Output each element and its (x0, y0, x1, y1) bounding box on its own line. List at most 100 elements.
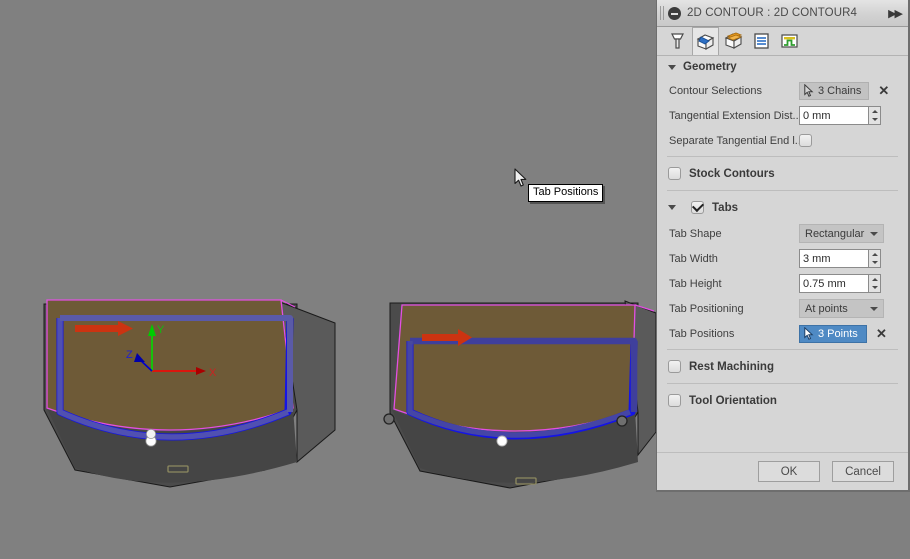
caret-down-icon (871, 118, 878, 122)
operation-dialog-panel[interactable]: 2D CONTOUR : 2D CONTOUR4 ▶▶ Geometry Con… (656, 0, 910, 492)
geometry-group-header[interactable]: Geometry (657, 56, 908, 78)
axis-label-y: Y (157, 324, 165, 336)
tab-width-spin-buttons[interactable] (869, 249, 881, 268)
linking-tab[interactable] (776, 27, 803, 55)
tabs-section-header[interactable]: Tabs (657, 194, 908, 221)
stock-contours-checkbox[interactable] (668, 167, 681, 180)
tangential-extension-spinner[interactable] (799, 106, 881, 125)
spinner-down-button[interactable] (869, 116, 880, 125)
chevron-down-icon-tabs[interactable] (668, 205, 676, 210)
tangential-extension-input[interactable] (799, 106, 869, 125)
spinner-up-button[interactable] (869, 275, 880, 284)
drag-grip-icon[interactable] (660, 6, 665, 20)
select-cursor-icon (804, 84, 814, 97)
chevron-down-icon-positioning (870, 306, 878, 311)
tab-height-spin-buttons[interactable] (869, 274, 881, 293)
dialog-body: Geometry Contour Selections 3 Chains ✕ T… (657, 56, 908, 452)
tab-height-control (799, 274, 902, 293)
spinner-up-button[interactable] (869, 250, 880, 259)
contour-selections-label: Contour Selections (669, 84, 762, 97)
contour-selections-button[interactable]: 3 Chains (799, 81, 870, 100)
right-model-tab-point-right[interactable] (616, 415, 628, 427)
dialog-titlebar[interactable]: 2D CONTOUR : 2D CONTOUR4 ▶▶ (657, 0, 908, 27)
contour-selections-clear-icon[interactable]: ✕ (878, 84, 889, 97)
ok-button[interactable]: OK (758, 461, 820, 482)
tab-height-label: Tab Height (669, 277, 722, 290)
tangential-extension-control (799, 106, 902, 125)
dialog-footer: OK Cancel (657, 452, 908, 490)
tab-positioning-dropdown[interactable]: At points (799, 299, 884, 318)
contour-selections-value: 3 Chains (818, 84, 862, 97)
tab-positions-row: Tab Positions 3 Points ✕ (657, 321, 908, 346)
spinner-down-button[interactable] (869, 284, 880, 293)
tab-positioning-row: Tab Positioning At points (657, 296, 908, 321)
tool-tab[interactable] (664, 27, 691, 55)
dialog-title: 2D CONTOUR : 2D CONTOUR4 (687, 7, 858, 19)
tabs-checkbox[interactable] (691, 201, 704, 214)
tooltip-tab-positions: Tab Positions (528, 184, 604, 202)
chevron-down-icon-shape (870, 231, 878, 236)
right-model-top-face (394, 305, 635, 432)
separate-tangential-control (799, 134, 902, 147)
tool-orientation-label: Tool Orientation (689, 394, 777, 407)
tab-shape-row: Tab Shape Rectangular (657, 221, 908, 246)
separate-tangential-label: Separate Tangential End l... (669, 134, 799, 147)
select-cursor-icon-active (804, 327, 814, 340)
caret-up-icon (871, 109, 878, 113)
caret-down-icon (871, 261, 878, 265)
rest-machining-checkbox[interactable] (668, 360, 681, 373)
tab-positioning-label: Tab Positioning (669, 302, 744, 315)
tab-height-input[interactable] (799, 274, 869, 293)
stock-contours-label: Stock Contours (689, 167, 775, 180)
cancel-button[interactable]: Cancel (832, 461, 894, 482)
tab-shape-control: Rectangular (799, 224, 902, 243)
blue-cube-geometry-icon (696, 33, 715, 50)
tab-width-label: Tab Width (669, 252, 718, 265)
double-chevron-right-icon[interactable]: ▶▶ (888, 7, 904, 20)
mouse-cursor-icon (514, 168, 527, 187)
tangential-extension-spin-buttons[interactable] (869, 106, 881, 125)
tool-orientation-section[interactable]: Tool Orientation (657, 387, 908, 414)
right-model-tab-point-center[interactable] (496, 435, 508, 447)
tab-width-input[interactable] (799, 249, 869, 268)
passes-tab[interactable] (748, 27, 775, 55)
app-root: X Y Z Tab Positions 2D CONTOUR: 2D CONT… (0, 0, 910, 559)
separate-tangential-checkbox[interactable] (799, 134, 812, 147)
divider-3 (667, 349, 898, 350)
left-model[interactable]: X Y Z (43, 299, 336, 488)
geometry-tab[interactable] (692, 27, 719, 55)
tab-positioning-value: At points (805, 302, 848, 315)
tab-positions-button[interactable]: 3 Points (799, 324, 867, 343)
spinner-down-button[interactable] (869, 259, 880, 268)
right-model-tab-point-left[interactable] (383, 413, 395, 425)
contour-selections-row: Contour Selections 3 Chains ✕ (657, 78, 908, 103)
tab-shape-label: Tab Shape (669, 227, 722, 240)
rest-machining-section[interactable]: Rest Machining (657, 353, 908, 380)
tab-positioning-control: At points (799, 299, 902, 318)
axis-label-x: X (209, 367, 217, 379)
tab-shape-dropdown[interactable]: Rectangular (799, 224, 884, 243)
chevron-down-icon[interactable] (668, 64, 676, 70)
operation-tab-strip[interactable] (657, 27, 908, 56)
right-model[interactable] (383, 300, 657, 489)
tab-height-row: Tab Height (657, 271, 908, 296)
left-model-tab-point[interactable] (145, 428, 157, 447)
tab-height-spinner[interactable] (799, 274, 881, 293)
collapse-circle-icon[interactable] (668, 6, 681, 20)
spinner-up-button[interactable] (869, 107, 880, 116)
divider-1 (667, 156, 898, 157)
passes-layers-icon (754, 33, 769, 49)
geometry-group-label: Geometry (683, 61, 737, 73)
separate-tangential-row: Separate Tangential End l... (657, 128, 908, 153)
tab-positions-clear-icon[interactable]: ✕ (876, 327, 887, 340)
rest-machining-label: Rest Machining (689, 360, 774, 373)
divider-2 (667, 190, 898, 191)
tangential-extension-label: Tangential Extension Dist... (669, 109, 799, 122)
divider-4 (667, 383, 898, 384)
stock-contours-section[interactable]: Stock Contours (657, 160, 908, 187)
tool-orientation-checkbox[interactable] (668, 394, 681, 407)
heights-tab[interactable] (720, 27, 747, 55)
tab-width-spinner[interactable] (799, 249, 881, 268)
tab-width-control (799, 249, 902, 268)
caret-up-icon (871, 252, 878, 256)
